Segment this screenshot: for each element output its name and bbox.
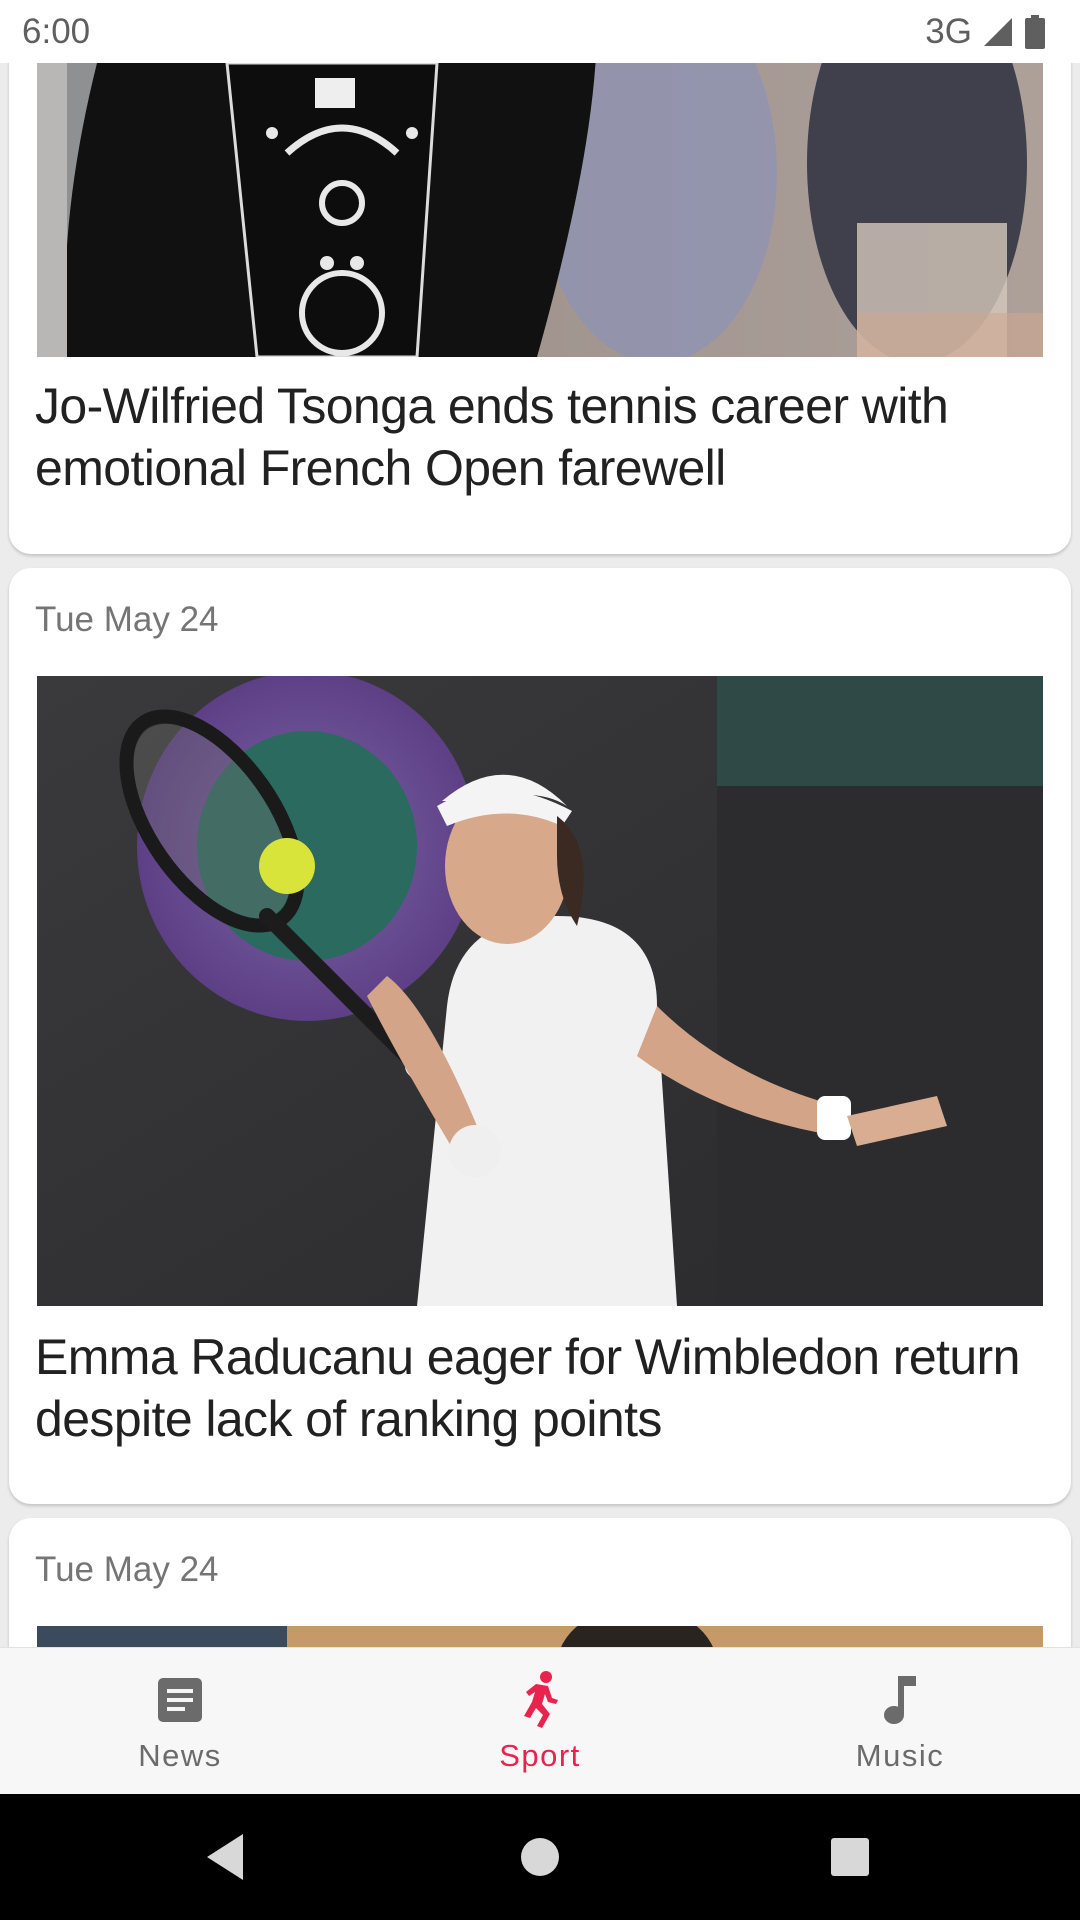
status-bar: 6:00 3G xyxy=(0,0,1080,63)
article-card[interactable]: Tue May 24 xyxy=(9,568,1071,1504)
article-date: Tue May 24 xyxy=(35,1550,219,1589)
nav-label-news: News xyxy=(138,1738,222,1773)
back-icon[interactable] xyxy=(165,1794,285,1920)
status-time: 6:00 xyxy=(22,11,91,51)
nav-item-sport[interactable]: Sport xyxy=(360,1648,720,1795)
article-image[interactable] xyxy=(37,63,1043,357)
music-note-icon xyxy=(880,1674,920,1726)
bottom-navigation: News Sport Music xyxy=(0,1647,1080,1794)
nav-label-music: Music xyxy=(855,1738,945,1773)
tennis-player-photo xyxy=(37,63,1043,357)
news-feed[interactable]: Jo-Wilfried Tsonga ends tennis career wi… xyxy=(0,63,1080,1647)
signal-icon xyxy=(982,16,1014,48)
tennis-player-photo xyxy=(37,676,1043,1306)
system-navigation-bar xyxy=(0,1794,1080,1920)
article-image[interactable] xyxy=(37,1626,1043,1647)
recents-icon[interactable] xyxy=(790,1794,910,1920)
network-type: 3G xyxy=(925,11,972,51)
nav-item-news[interactable]: News xyxy=(0,1648,360,1795)
article-card[interactable]: Jo-Wilfried Tsonga ends tennis career wi… xyxy=(9,63,1071,554)
news-icon xyxy=(156,1674,204,1726)
article-title[interactable]: Emma Raducanu eager for Wimbledon return… xyxy=(35,1326,1045,1450)
nav-item-music[interactable]: Music xyxy=(720,1648,1080,1795)
article-image[interactable] xyxy=(37,676,1043,1306)
home-icon[interactable] xyxy=(480,1794,600,1920)
tennis-player-photo xyxy=(37,1626,1043,1647)
article-title[interactable]: Jo-Wilfried Tsonga ends tennis career wi… xyxy=(35,375,1045,499)
sport-icon xyxy=(518,1671,562,1728)
article-date: Tue May 24 xyxy=(35,600,219,639)
battery-icon xyxy=(1024,14,1046,49)
nav-label-sport: Sport xyxy=(499,1738,581,1773)
status-icons: 3G xyxy=(925,12,1046,52)
article-card[interactable]: Tue May 24 xyxy=(9,1518,1071,1647)
app-screen: 6:00 3G Jo-Wilfried Tsonga ends tennis c… xyxy=(0,0,1080,1920)
